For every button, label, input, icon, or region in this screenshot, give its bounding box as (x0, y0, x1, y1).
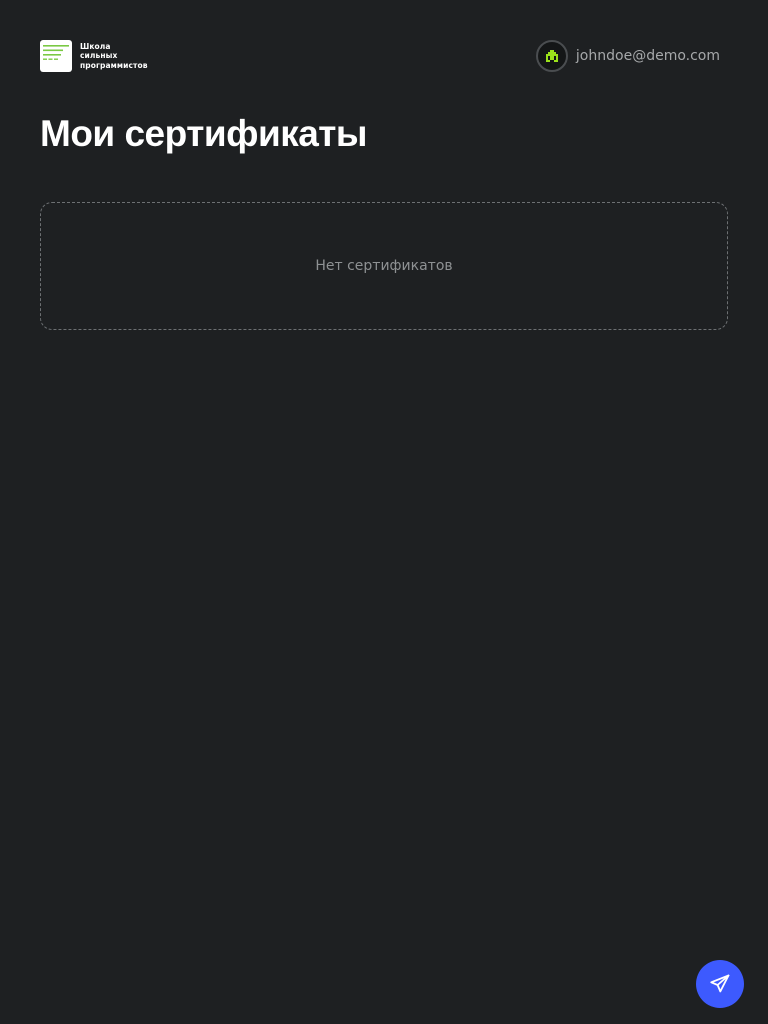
avatar[interactable] (535, 40, 568, 72)
certificates-empty-state: Нет сертификатов (40, 202, 728, 330)
logo-text: Школа сильных программистов (80, 42, 148, 71)
telegram-button[interactable] (696, 960, 744, 1008)
logo-line-1: Школа (80, 41, 111, 51)
user-menu[interactable]: johndoe@demo.com (535, 40, 720, 72)
green-pixel-house-icon (545, 50, 558, 62)
logo-line-3: программистов (80, 60, 148, 70)
logo[interactable]: Школа сильных программистов (40, 40, 148, 72)
logo-line-2: сильных (80, 51, 118, 61)
page-title: Мои сертификаты (40, 113, 368, 154)
header: Школа сильных программистов johndoe@demo… (40, 40, 728, 72)
paper-plane-icon (710, 974, 730, 993)
user-email[interactable]: johndoe@demo.com (576, 48, 720, 64)
logo-icon (40, 40, 72, 72)
empty-message: Нет сертификатов (315, 258, 453, 274)
